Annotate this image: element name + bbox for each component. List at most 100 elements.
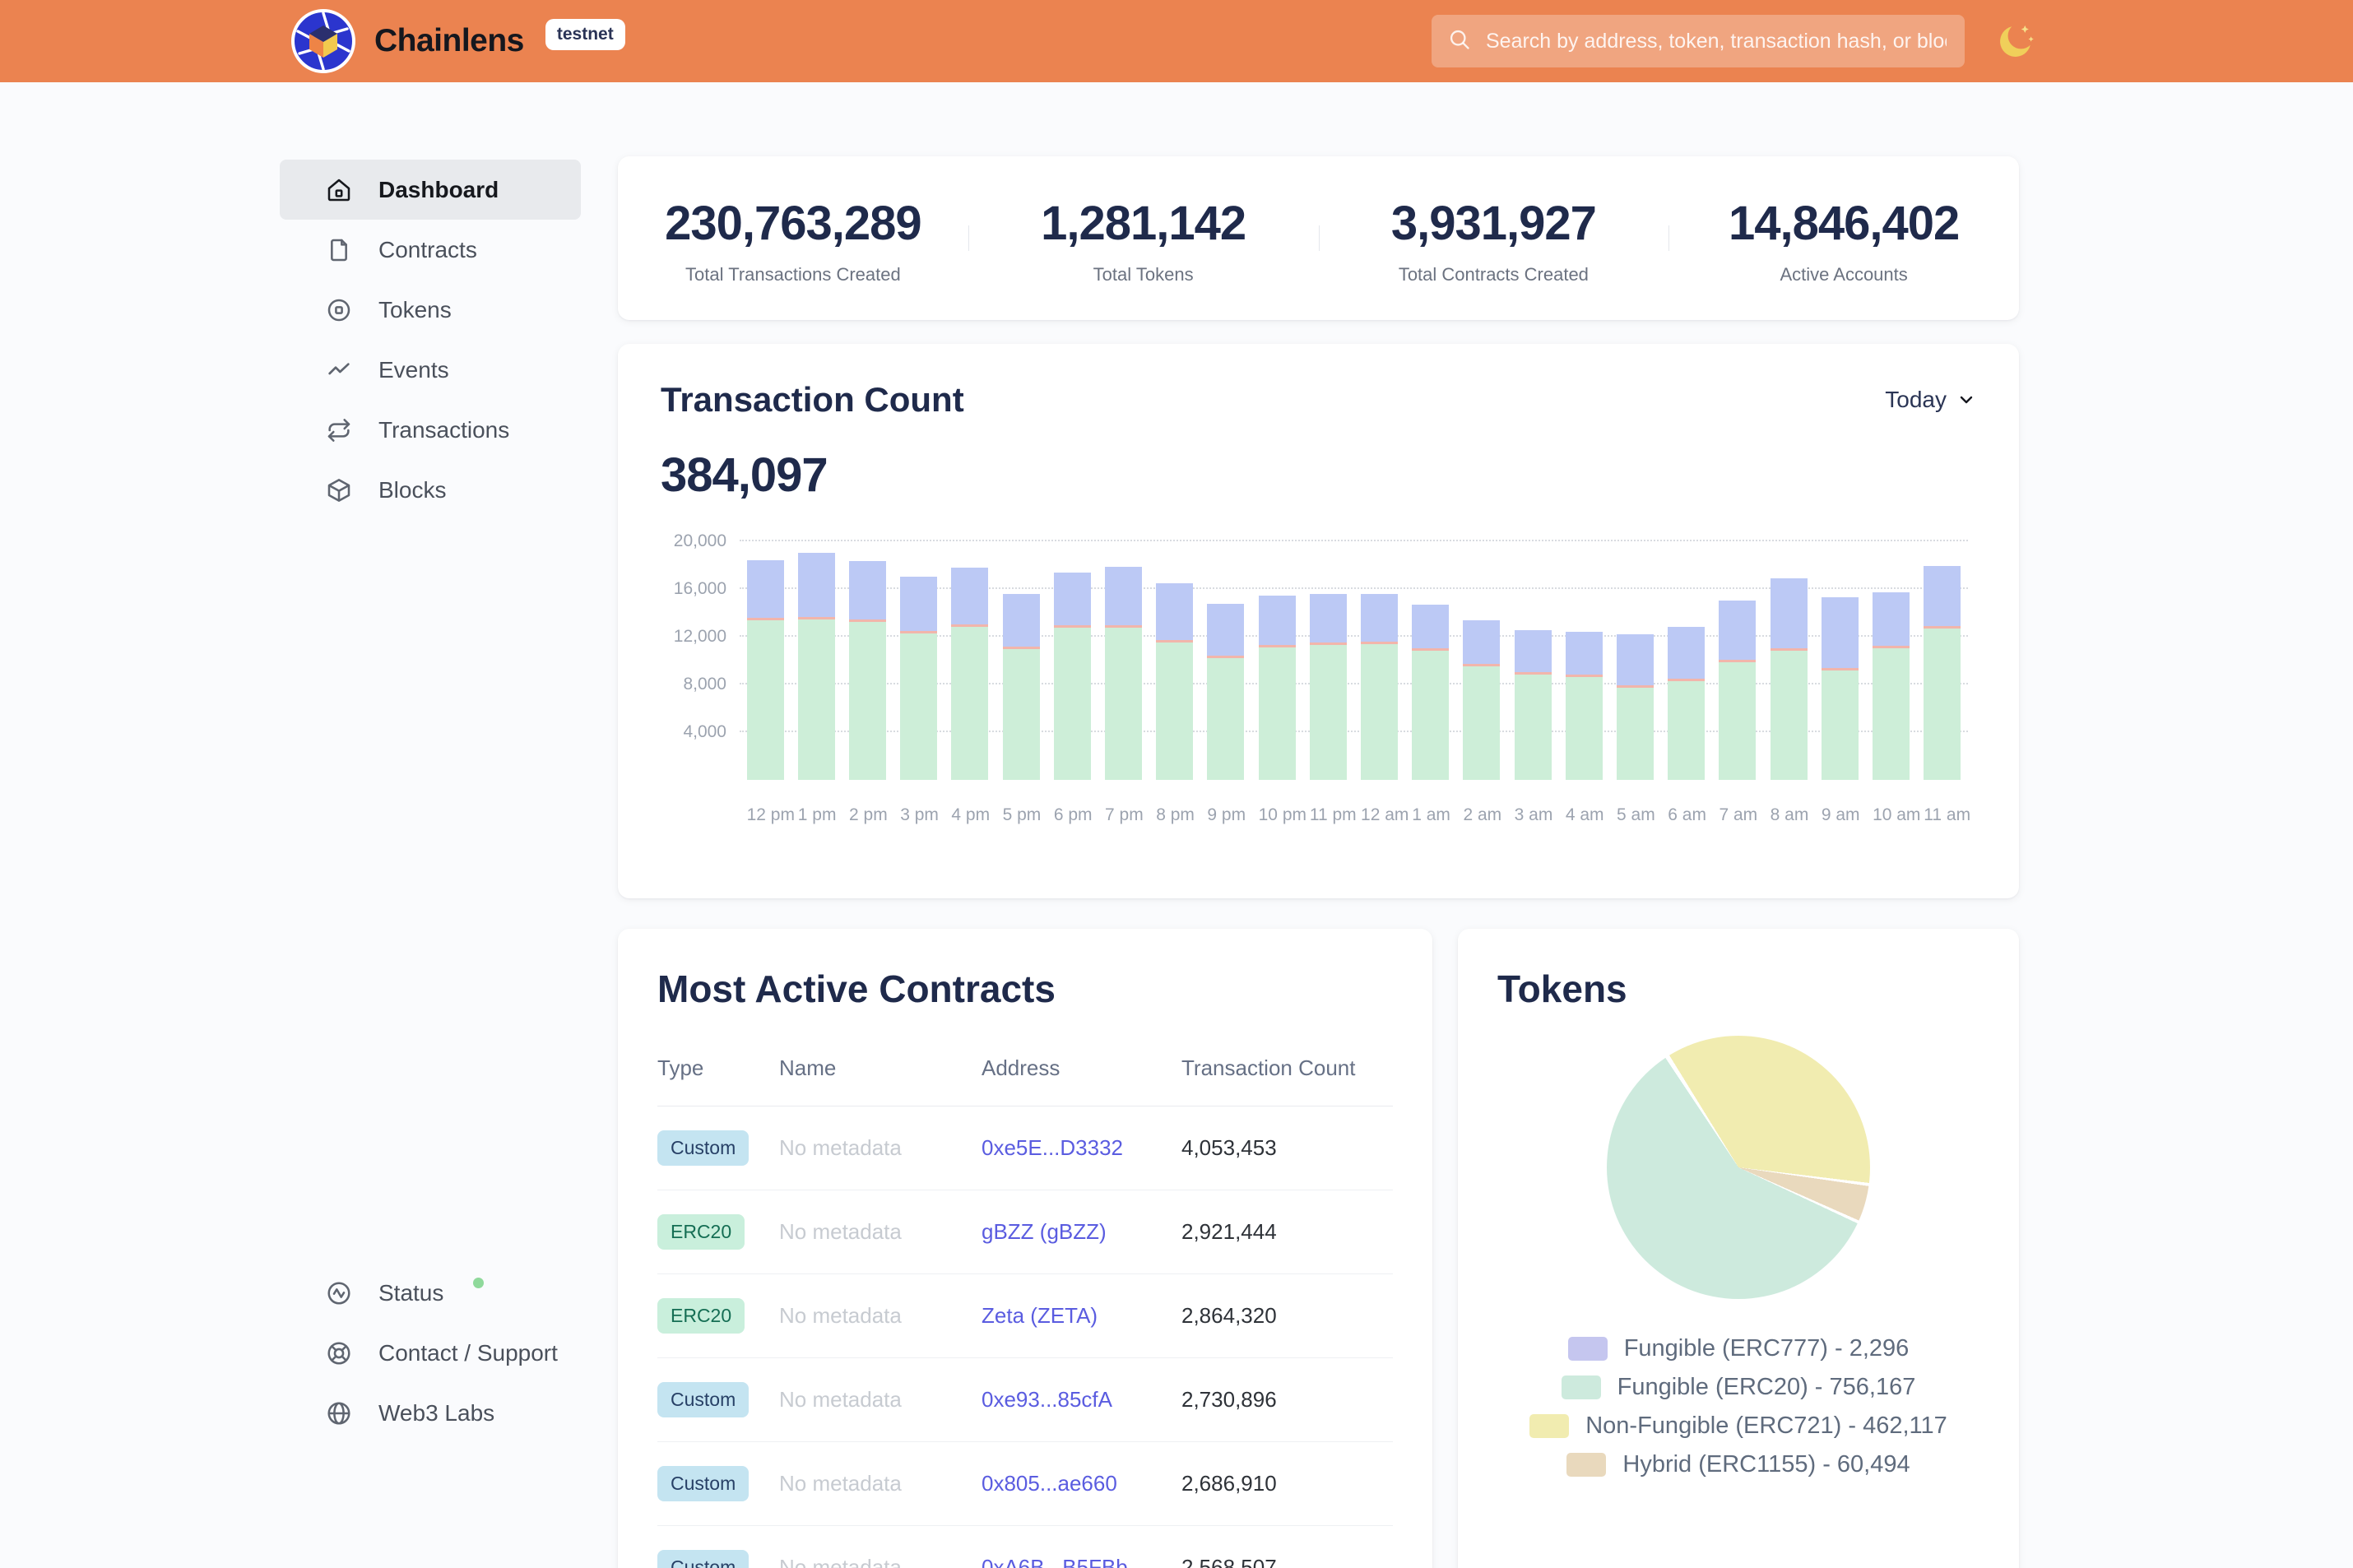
top-segment <box>1822 597 1859 668</box>
sidebar-item-events[interactable]: Events <box>280 340 581 400</box>
top-segment <box>1310 594 1347 643</box>
address-link[interactable]: 0x805...ae660 <box>982 1471 1117 1496</box>
bottom-segment <box>1822 670 1859 780</box>
status-online-dot <box>473 1278 484 1288</box>
sidebar-item-transactions[interactable]: Transactions <box>280 400 581 460</box>
dark-mode-toggle[interactable] <box>1994 20 2037 63</box>
life-buoy-icon <box>326 1340 352 1366</box>
x-tick-label: 5 pm <box>1003 805 1040 825</box>
x-tick-label: 7 am <box>1719 805 1756 825</box>
top-segment <box>1719 601 1756 660</box>
bottom-segment <box>1207 658 1244 780</box>
tokens-pie-chart <box>1607 1036 1870 1299</box>
legend-label: Fungible (ERC20) - 756,167 <box>1617 1374 1916 1401</box>
x-tick-label: 12 am <box>1361 805 1398 825</box>
sidebar-item-label: Contact / Support <box>378 1340 558 1366</box>
x-tick-label: 10 am <box>1873 805 1910 825</box>
sidebar-item-web3-labs[interactable]: Web3 Labs <box>280 1383 581 1443</box>
stat-label: Total Contracts Created <box>1319 264 1669 285</box>
search-input[interactable] <box>1484 29 1948 54</box>
brand-logo[interactable]: Chainlens testnet <box>290 8 625 74</box>
activity-icon <box>326 1280 352 1306</box>
bottom-segment <box>798 619 835 780</box>
address-link[interactable]: 0xe5E...D3332 <box>982 1135 1123 1160</box>
transaction-count-cell: 2,730,896 <box>1181 1358 1393 1442</box>
bar-11-am <box>1924 566 1961 780</box>
transaction-count-card: Transaction Count Today 384,097 4,0008,0… <box>618 344 2019 898</box>
bar-2-pm <box>849 561 886 780</box>
sidebar-item-label: Status <box>378 1280 443 1306</box>
bottom-segment <box>1924 629 1961 780</box>
bar-8-pm <box>1156 583 1193 780</box>
global-search[interactable] <box>1432 15 1965 67</box>
x-tick-label: 8 am <box>1771 805 1808 825</box>
y-tick-label: 8,000 <box>683 675 726 694</box>
address-link[interactable]: 0xA6B...B5FBb <box>982 1555 1128 1568</box>
top-segment <box>1566 632 1603 675</box>
stat-value: 14,846,402 <box>1668 196 2019 251</box>
y-tick-label: 16,000 <box>674 579 726 599</box>
column-header-transaction-count: Transaction Count <box>1181 1055 1393 1106</box>
sidebar-item-status[interactable]: Status <box>280 1263 581 1323</box>
x-tick-label: 1 pm <box>798 805 835 825</box>
sidebar-item-label: Web3 Labs <box>378 1400 494 1427</box>
x-tick-label: 6 am <box>1668 805 1705 825</box>
bottom-segment <box>1054 628 1091 780</box>
x-tick-label: 3 am <box>1515 805 1552 825</box>
tokens-title: Tokens <box>1497 967 1979 1011</box>
column-header-address: Address <box>982 1055 1181 1106</box>
sidebar-footer: Status Contact / Support Web3 Labs <box>280 1263 581 1443</box>
top-segment <box>1873 592 1910 646</box>
bottom-segment <box>1566 677 1603 780</box>
x-labels: 12 pm1 pm2 pm3 pm4 pm5 pm6 pm7 pm8 pm9 p… <box>740 805 1968 825</box>
legend-item-erc20: Fungible (ERC20) - 756,167 <box>1562 1374 1916 1401</box>
period-dropdown[interactable]: Today <box>1885 387 1976 413</box>
table-row: Custom No metadata 0xe5E...D3332 4,053,4… <box>657 1106 1393 1190</box>
legend-swatch <box>1562 1375 1601 1399</box>
bottom-segment <box>1719 662 1756 780</box>
sidebar-item-label: Blocks <box>378 477 446 503</box>
legend-label: Hybrid (ERC1155) - 60,494 <box>1622 1451 1910 1478</box>
stat-value: 3,931,927 <box>1319 196 1669 251</box>
stat-label: Active Accounts <box>1668 264 2019 285</box>
sparkle-icon <box>2021 26 2029 33</box>
bar-6-pm <box>1054 573 1091 780</box>
address-link[interactable]: gBZZ (gBZZ) <box>982 1219 1107 1244</box>
bar-8-am <box>1771 578 1808 780</box>
sidebar-item-contracts[interactable]: Contracts <box>280 220 581 280</box>
table-row: Custom No metadata 0xe93...85cfA 2,730,8… <box>657 1358 1393 1442</box>
y-tick-label: 12,000 <box>674 627 726 647</box>
top-segment <box>1617 634 1654 685</box>
bottom-segment <box>1003 649 1040 780</box>
address-link[interactable]: Zeta (ZETA) <box>982 1303 1098 1328</box>
table-row: Custom No metadata 0xA6B...B5FBb 2,568,5… <box>657 1526 1393 1568</box>
address-link[interactable]: 0xe93...85cfA <box>982 1387 1112 1412</box>
bottom-segment <box>1617 688 1654 780</box>
sidebar-item-blocks[interactable]: Blocks <box>280 460 581 520</box>
stat-value: 1,281,142 <box>968 196 1319 251</box>
top-segment <box>1054 573 1091 625</box>
bottom-segment <box>1156 643 1193 780</box>
sidebar-nav: Dashboard Contracts Tokens Events Transa… <box>280 160 581 520</box>
top-segment <box>798 553 835 617</box>
stat-value: 230,763,289 <box>618 196 968 251</box>
top-segment <box>1003 594 1040 647</box>
legend-label: Non-Fungible (ERC721) - 462,117 <box>1585 1413 1947 1440</box>
x-tick-label: 7 pm <box>1105 805 1142 825</box>
top-segment <box>1412 605 1449 648</box>
type-badge: Custom <box>657 1382 749 1417</box>
stat-total-transactions: 230,763,289 Total Transactions Created <box>618 191 968 285</box>
bar-2-am <box>1463 620 1500 780</box>
sidebar-item-tokens[interactable]: Tokens <box>280 280 581 340</box>
sidebar-item-dashboard[interactable]: Dashboard <box>280 160 581 220</box>
contract-name: No metadata <box>779 1358 982 1442</box>
top-segment <box>1515 630 1552 672</box>
x-tick-label: 2 pm <box>849 805 886 825</box>
type-badge: Custom <box>657 1466 749 1501</box>
brand-name: Chainlens <box>374 8 524 74</box>
document-icon <box>326 237 352 263</box>
table-header-row: Type Name Address Transaction Count <box>657 1055 1393 1106</box>
bar-3-pm <box>900 577 937 780</box>
sidebar-item-contact-support[interactable]: Contact / Support <box>280 1323 581 1383</box>
table-row: ERC20 No metadata Zeta (ZETA) 2,864,320 <box>657 1274 1393 1358</box>
